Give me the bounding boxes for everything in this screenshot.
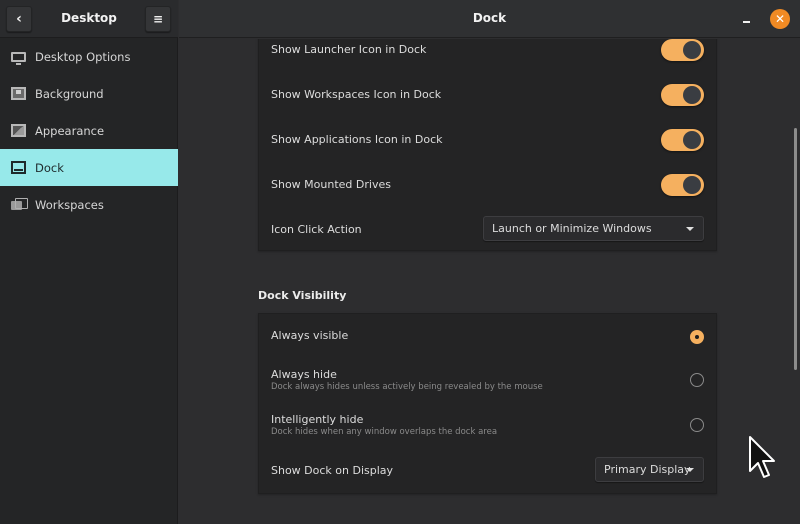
sidebar: ‹ Desktop ≡ Desktop Options Background A… — [0, 0, 178, 524]
toggle-knob — [683, 41, 701, 59]
setting-label: Show Mounted Drives — [271, 178, 391, 191]
sidebar-item-appearance[interactable]: Appearance — [0, 112, 178, 149]
option-label: Always hide — [271, 368, 337, 381]
sidebar-item-label: Desktop Options — [35, 49, 131, 64]
setting-label: Show Workspaces Icon in Dock — [271, 88, 442, 101]
dropdown-value: Launch or Minimize Windows — [492, 222, 652, 235]
mouse-pointer-icon — [749, 436, 775, 478]
chevron-down-icon — [686, 468, 694, 472]
sidebar-item-label: Dock — [35, 160, 64, 175]
option-description: Dock always hides unless actively being … — [271, 382, 543, 392]
visibility-option-always-hide[interactable]: Always hide Dock always hides unless act… — [271, 368, 704, 408]
setting-row-applications: Show Applications Icon in Dock — [271, 129, 704, 171]
sidebar-item-label: Background — [35, 86, 104, 101]
sidebar-list: Desktop Options Background Appearance Do… — [0, 38, 178, 223]
visibility-option-intelligently-hide[interactable]: Intelligently hide Dock hides when any w… — [271, 413, 704, 453]
appearance-icon — [11, 124, 26, 137]
setting-label: Show Dock on Display — [271, 464, 394, 477]
always-hide-radio[interactable] — [690, 373, 704, 387]
dropdown-value: Primary Display — [604, 463, 691, 476]
sidebar-item-desktop-options[interactable]: Desktop Options — [0, 38, 178, 75]
hamburger-menu-icon: ≡ — [152, 12, 164, 26]
visibility-option-always-visible[interactable]: Always visible — [271, 329, 704, 369]
option-label: Intelligently hide — [271, 413, 364, 426]
dock-items-panel: Show Launcher Icon in Dock Show Workspac… — [258, 39, 717, 251]
always-visible-radio[interactable] — [690, 330, 704, 344]
close-icon: ✕ — [774, 12, 786, 26]
option-label: Always visible — [271, 329, 349, 342]
sidebar-item-label: Workspaces — [35, 197, 104, 212]
applications-icon-toggle[interactable] — [661, 129, 704, 151]
dock-visibility-panel: Always visible Always hide Dock always h… — [258, 313, 717, 494]
setting-label: Show Applications Icon in Dock — [271, 133, 443, 146]
chevron-down-icon — [686, 227, 694, 231]
page-title: Dock — [472, 11, 507, 25]
icon-click-action-dropdown[interactable]: Launch or Minimize Windows — [483, 216, 704, 241]
section-title-dock-visibility: Dock Visibility — [258, 289, 347, 302]
sidebar-item-background[interactable]: Background — [0, 75, 178, 112]
workspaces-icon — [11, 198, 28, 211]
workspaces-icon-toggle[interactable] — [661, 84, 704, 106]
display-dropdown[interactable]: Primary Display — [595, 457, 704, 482]
sidebar-header: ‹ Desktop ≡ — [0, 0, 178, 38]
sidebar-item-label: Appearance — [35, 123, 105, 138]
monitor-icon — [11, 51, 26, 65]
main-header: Dock ✕ — [179, 0, 800, 38]
sidebar-item-dock[interactable]: Dock — [0, 149, 178, 186]
toggle-knob — [683, 131, 701, 149]
menu-button[interactable]: ≡ — [145, 6, 171, 32]
close-button[interactable]: ✕ — [770, 9, 790, 29]
minimize-button[interactable] — [740, 12, 752, 26]
dock-icon — [11, 161, 26, 174]
launcher-icon-toggle[interactable] — [661, 39, 704, 61]
setting-row-mounted-drives: Show Mounted Drives — [271, 174, 704, 216]
sidebar-item-workspaces[interactable]: Workspaces — [0, 186, 178, 223]
setting-label: Show Launcher Icon in Dock — [271, 43, 427, 56]
toggle-knob — [683, 176, 701, 194]
setting-label: Icon Click Action — [271, 223, 362, 236]
settings-content: Show Launcher Icon in Dock Show Workspac… — [179, 39, 791, 524]
setting-row-workspaces: Show Workspaces Icon in Dock — [271, 84, 704, 126]
setting-row-show-dock-on-display: Show Dock on Display Primary Display — [271, 457, 704, 504]
scrollbar[interactable] — [794, 128, 797, 370]
wallpaper-icon — [11, 87, 26, 100]
intelligently-hide-radio[interactable] — [690, 418, 704, 432]
option-description: Dock hides when any window overlaps the … — [271, 427, 498, 437]
mounted-drives-toggle[interactable] — [661, 174, 704, 196]
toggle-knob — [683, 86, 701, 104]
setting-row-launcher: Show Launcher Icon in Dock — [271, 39, 704, 81]
setting-row-icon-click-action: Icon Click Action Launch or Minimize Win… — [271, 216, 704, 261]
